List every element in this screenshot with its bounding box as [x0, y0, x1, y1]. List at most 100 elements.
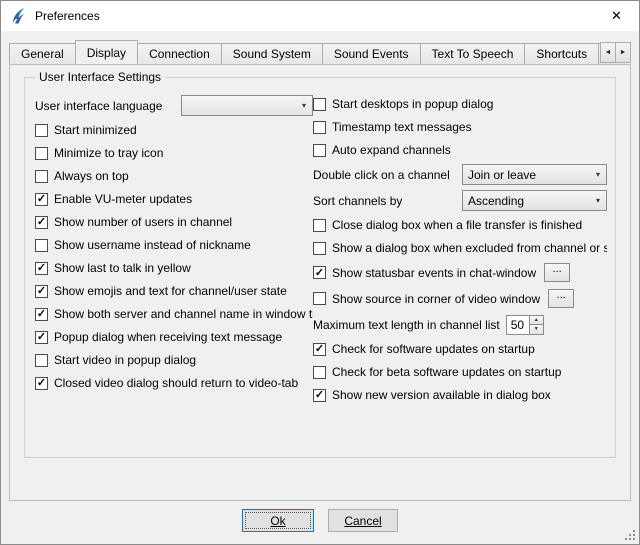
- sort-channels-label: Sort channels by: [313, 194, 402, 208]
- close-icon: ✕: [611, 8, 622, 24]
- arrow-right-icon: ►: [620, 49, 627, 56]
- checkbox[interactable]: [35, 147, 48, 160]
- checkbox[interactable]: [35, 354, 48, 367]
- checkbox[interactable]: [313, 121, 326, 134]
- tab-sound-system[interactable]: Sound System: [221, 43, 323, 64]
- chevron-down-icon: ▾: [590, 170, 606, 179]
- checkbox[interactable]: [313, 292, 326, 305]
- checkbox-label: Show source in corner of video window: [332, 292, 540, 306]
- ok-button[interactable]: Ok: [242, 509, 314, 532]
- video-source-row[interactable]: Show source in corner of video window ..…: [313, 288, 607, 309]
- language-combobox[interactable]: ▾: [181, 95, 313, 116]
- checkbox-row[interactable]: Auto expand channels: [313, 141, 607, 159]
- double-click-label: Double click on a channel: [313, 168, 450, 182]
- checkbox[interactable]: [35, 124, 48, 137]
- checkbox-label: Show emojis and text for channel/user st…: [54, 284, 287, 298]
- statusbar-events-row[interactable]: ✓ Show statusbar events in chat-window .…: [313, 262, 607, 283]
- checkbox-row[interactable]: Show username instead of nickname: [35, 236, 313, 254]
- checkbox-row[interactable]: ✓ Show new version available in dialog b…: [313, 386, 607, 404]
- double-click-row: Double click on a channel Join or leave …: [313, 164, 607, 185]
- preferences-window: Preferences ✕ General Display Connection…: [0, 0, 640, 545]
- checkbox-row[interactable]: Timestamp text messages: [313, 118, 607, 136]
- max-text-length-spinner[interactable]: 50 ▲ ▼: [506, 315, 544, 335]
- spinner-up-button[interactable]: ▲: [530, 316, 543, 326]
- tab-scroll-right-button[interactable]: ►: [615, 42, 631, 63]
- tab-display[interactable]: Display: [75, 40, 138, 64]
- tab-scroll-left-button[interactable]: ◄: [600, 42, 616, 63]
- close-button[interactable]: ✕: [594, 1, 639, 30]
- checkbox-row[interactable]: ✓ Show number of users in channel: [35, 213, 313, 231]
- checkbox[interactable]: [35, 170, 48, 183]
- checkbox-row[interactable]: Start desktops in popup dialog: [313, 95, 607, 113]
- checkbox-row[interactable]: ✓ Show emojis and text for channel/user …: [35, 282, 313, 300]
- arrow-up-icon: ▲: [534, 317, 539, 323]
- double-click-combobox[interactable]: Join or leave ▾: [462, 164, 607, 185]
- checkbox[interactable]: ✓: [35, 262, 48, 275]
- checkbox-row[interactable]: ✓ Show both server and channel name in w…: [35, 305, 313, 323]
- checkbox[interactable]: ✓: [35, 377, 48, 390]
- tab-connection[interactable]: Connection: [137, 43, 222, 64]
- checkbox[interactable]: ✓: [35, 216, 48, 229]
- sort-channels-row: Sort channels by Ascending ▾: [313, 190, 607, 211]
- max-text-length-row: Maximum text length in channel list 50 ▲…: [313, 314, 607, 335]
- checkbox-label: Start minimized: [54, 123, 137, 137]
- checkbox-label: Enable VU-meter updates: [54, 192, 192, 206]
- checkbox-row[interactable]: Minimize to tray icon: [35, 144, 313, 162]
- checkbox[interactable]: ✓: [313, 343, 326, 356]
- checkbox-label: Closed video dialog should return to vid…: [54, 376, 298, 390]
- language-label: User interface language: [35, 99, 162, 113]
- display-tab-page: User Interface Settings User interface l…: [9, 64, 631, 501]
- tab-sound-events[interactable]: Sound Events: [322, 43, 421, 64]
- checkbox-row[interactable]: ✓ Closed video dialog should return to v…: [35, 374, 313, 392]
- checkbox-label: Always on top: [54, 169, 129, 183]
- checkbox[interactable]: [313, 366, 326, 379]
- checkbox[interactable]: ✓: [35, 285, 48, 298]
- tab-shortcuts[interactable]: Shortcuts: [524, 43, 599, 64]
- tab-general[interactable]: General: [9, 43, 76, 64]
- spinner-down-button[interactable]: ▼: [530, 325, 543, 334]
- checkbox[interactable]: ✓: [35, 331, 48, 344]
- checkbox[interactable]: [35, 239, 48, 252]
- checkbox-label: Show new version available in dialog box: [332, 388, 551, 402]
- spinner-buttons: ▲ ▼: [529, 316, 543, 334]
- checkbox-row[interactable]: ✓ Popup dialog when receiving text messa…: [35, 328, 313, 346]
- checkbox-row[interactable]: ✓ Show last to talk in yellow: [35, 259, 313, 277]
- checkbox-row[interactable]: ✓ Enable VU-meter updates: [35, 190, 313, 208]
- tab-text-to-speech[interactable]: Text To Speech: [420, 43, 526, 64]
- checkbox-row[interactable]: Start minimized: [35, 121, 313, 139]
- checkbox[interactable]: [313, 98, 326, 111]
- checkbox-row[interactable]: Close dialog box when a file transfer is…: [313, 216, 607, 234]
- checkbox[interactable]: ✓: [313, 389, 326, 402]
- tab-bar: General Display Connection Sound System …: [9, 39, 631, 64]
- sort-channels-combobox[interactable]: Ascending ▾: [462, 190, 607, 211]
- checkbox-row[interactable]: ✓ Check for software updates on startup: [313, 340, 607, 358]
- checkbox[interactable]: ✓: [35, 193, 48, 206]
- checkbox[interactable]: ✓: [313, 266, 326, 279]
- statusbar-events-more-button[interactable]: ...: [544, 263, 570, 282]
- checkbox-label: Check for software updates on startup: [332, 342, 535, 356]
- checkbox-label: Auto expand channels: [332, 143, 451, 157]
- checkbox-row[interactable]: Check for beta software updates on start…: [313, 363, 607, 381]
- ellipsis-icon: ...: [553, 264, 562, 274]
- checkbox-row[interactable]: Always on top: [35, 167, 313, 185]
- left-column: User interface language ▾ Start minimize…: [35, 95, 313, 409]
- combobox-value: Ascending: [468, 194, 524, 208]
- cancel-button[interactable]: Cancel: [328, 509, 398, 532]
- checkbox-row[interactable]: Show a dialog box when excluded from cha…: [313, 239, 607, 257]
- ellipsis-icon: ...: [557, 290, 566, 300]
- combobox-value: Join or leave: [468, 168, 536, 182]
- checkbox[interactable]: [313, 144, 326, 157]
- checkbox-label: Show both server and channel name in win…: [54, 307, 313, 321]
- resize-grip-icon[interactable]: [623, 528, 636, 541]
- checkbox-label: Show number of users in channel: [54, 215, 232, 229]
- checkbox-label: Timestamp text messages: [332, 120, 472, 134]
- video-source-more-button[interactable]: ...: [548, 289, 574, 308]
- checkbox[interactable]: ✓: [35, 308, 48, 321]
- checkbox-label: Start video in popup dialog: [54, 353, 196, 367]
- chevron-down-icon: ▾: [590, 196, 606, 205]
- checkbox-row[interactable]: Start video in popup dialog: [35, 351, 313, 369]
- checkbox-label: Close dialog box when a file transfer is…: [332, 218, 582, 232]
- checkbox[interactable]: [313, 219, 326, 232]
- checkbox[interactable]: [313, 242, 326, 255]
- title-bar[interactable]: Preferences ✕: [1, 1, 639, 31]
